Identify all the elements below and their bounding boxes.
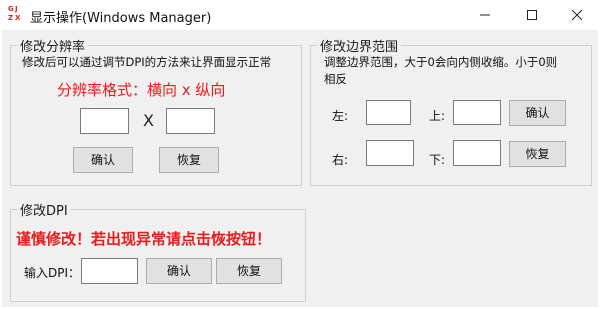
window-title: 显示操作(Windows Manager) bbox=[30, 11, 212, 26]
border-left-label: 左: bbox=[332, 109, 349, 123]
maximize-button[interactable] bbox=[509, 0, 555, 30]
resolution-separator: X bbox=[143, 111, 154, 130]
border-left-input[interactable] bbox=[366, 100, 411, 125]
resolution-group-legend: 修改分辨率 bbox=[20, 40, 86, 55]
border-bottom-label: 下: bbox=[429, 153, 446, 167]
border-top-input[interactable] bbox=[453, 100, 501, 125]
minimize-icon bbox=[480, 14, 490, 16]
icon-letter: Z bbox=[8, 14, 14, 22]
resolution-restore-button[interactable]: 恢复 bbox=[159, 147, 219, 173]
border-right-input[interactable] bbox=[366, 140, 414, 166]
app-icon: G J Z X bbox=[8, 6, 22, 24]
resolution-description: 修改后可以通过调节DPI的方法来让界面显示正常 bbox=[22, 55, 272, 69]
icon-letter: X bbox=[15, 14, 21, 22]
dpi-input-label: 输入DPI： bbox=[24, 266, 81, 280]
border-restore-button[interactable]: 恢复 bbox=[509, 141, 566, 167]
border-description-line2: 相反 bbox=[324, 72, 347, 86]
resolution-format-label: 分辨率格式：横向 x 纵向 bbox=[57, 81, 226, 99]
border-confirm-button[interactable]: 确认 bbox=[509, 100, 566, 126]
close-icon bbox=[571, 9, 583, 21]
icon-letter: G bbox=[8, 5, 14, 13]
dpi-restore-button[interactable]: 恢复 bbox=[216, 258, 282, 284]
resolution-height-input[interactable] bbox=[166, 108, 215, 134]
minimize-button[interactable] bbox=[462, 0, 508, 30]
icon-letter: J bbox=[15, 5, 18, 13]
resolution-width-input[interactable] bbox=[80, 108, 129, 134]
border-right-label: 右: bbox=[332, 153, 349, 167]
dpi-group-legend: 修改DPI bbox=[20, 204, 68, 219]
dpi-input[interactable] bbox=[81, 258, 138, 284]
title-bar: G J Z X 显示操作(Windows Manager) bbox=[0, 0, 600, 30]
dpi-warning: 谨慎修改！若出现异常请点击恢按钮！ bbox=[16, 230, 272, 248]
border-description-line1: 调整边界范围，大于0会向内侧收缩。小于0则 bbox=[324, 55, 558, 69]
dpi-group: 修改DPI bbox=[10, 200, 306, 302]
maximize-icon bbox=[527, 10, 537, 20]
resolution-confirm-button[interactable]: 确认 bbox=[73, 147, 133, 173]
border-bottom-input[interactable] bbox=[453, 140, 501, 166]
border-group-legend: 修改边界范围 bbox=[320, 40, 399, 55]
border-top-label: 上: bbox=[429, 109, 446, 123]
dpi-confirm-button[interactable]: 确认 bbox=[146, 258, 212, 284]
window-client-area: 修改分辨率 修改后可以通过调节DPI的方法来让界面显示正常 分辨率格式：横向 x… bbox=[2, 30, 598, 307]
close-button[interactable] bbox=[554, 0, 600, 30]
